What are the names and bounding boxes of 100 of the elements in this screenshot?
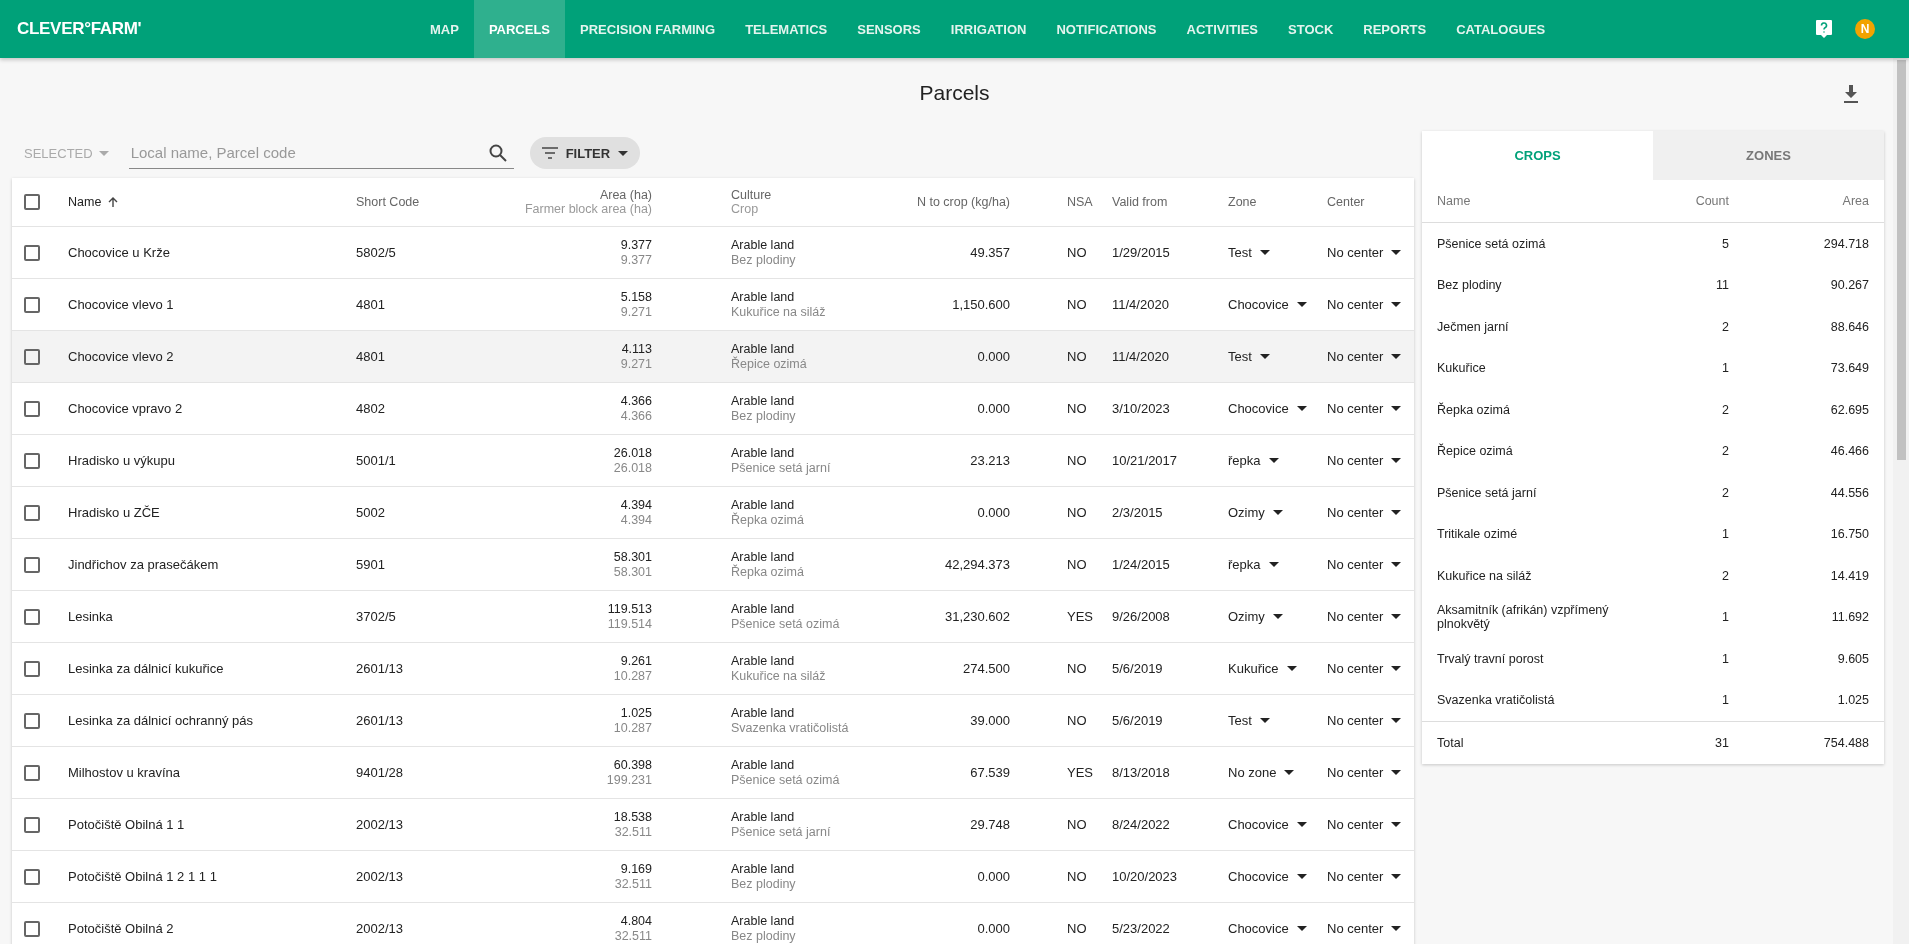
checkbox[interactable] [24, 556, 40, 573]
zone-dropdown[interactable]: Test [1228, 349, 1270, 364]
short-code: 3702/5 [356, 609, 396, 624]
filter-button[interactable]: FILTER [529, 137, 641, 169]
short-code: 2601/13 [356, 661, 403, 676]
crop-name: Aksamitník (afrikán) vzpřímený plnokvětý [1437, 603, 1610, 632]
checkbox[interactable] [24, 816, 40, 833]
zone-dropdown[interactable]: Ozimy [1228, 505, 1283, 520]
center-dropdown[interactable]: No center [1327, 505, 1402, 520]
checkbox[interactable] [24, 244, 40, 261]
crop-text: Řepka ozimá [731, 512, 805, 528]
zone-dropdown[interactable]: Chocovice [1228, 921, 1307, 936]
checkbox[interactable] [24, 452, 40, 469]
center-dropdown[interactable]: No center [1327, 401, 1402, 416]
center-dropdown[interactable]: No center [1327, 869, 1402, 884]
checkbox[interactable] [24, 400, 40, 417]
checkbox[interactable] [24, 712, 40, 729]
column-header[interactable]: Culture [731, 188, 902, 202]
crop-count: 1 [1721, 651, 1729, 666]
checkbox[interactable] [24, 920, 40, 937]
caret-icon [1286, 666, 1297, 671]
column-header[interactable]: Area (ha) [599, 188, 652, 202]
table-row[interactable]: Potočiště Obilná 2 2002/13 4.804 32.511 Arable land Bez plodiny 0.000 NO 5/23/2022 Chocovice No center [12, 903, 1414, 944]
zone-dropdown[interactable]: Kukuřice [1228, 661, 1297, 676]
caret-icon [1391, 926, 1402, 931]
column-header: Count [1694, 194, 1729, 208]
checkbox[interactable] [24, 608, 40, 625]
total-label: Total [1437, 736, 1465, 750]
checkbox[interactable] [24, 868, 40, 885]
table-row[interactable]: Lesinka 3702/5 119.513 119.514 Arable land Pšenice setá ozimá 31,230.602 YES 9/26/2008 Ozimy No center [12, 591, 1414, 643]
block-area-value: 4.366 [620, 408, 652, 424]
table-row[interactable]: Jindřichov za prasečákem 5901 58.301 58.301 Arable land Řepka ozimá 42,294.373 NO 1/24/2015 řepka No center [12, 539, 1414, 591]
table-row[interactable]: Hradisko u výkupu 5001/1 26.018 26.018 Arable land Pšenice setá jarní 23.213 NO 10/21/2017 řepka No center [12, 435, 1414, 487]
column-header[interactable]: Name [68, 195, 102, 209]
scrollbar-thumb[interactable] [1897, 60, 1906, 460]
zone-dropdown[interactable]: No zone [1228, 765, 1295, 780]
zone-dropdown[interactable]: Chocovice [1228, 869, 1307, 884]
checkbox[interactable] [24, 194, 40, 210]
valid-from-date: 1/29/2015 [1112, 245, 1170, 260]
table-row[interactable]: Potočiště Obilná 1 1 2002/13 18.538 32.511 Arable land Pšenice setá jarní 29.748 NO 8/24/2022 Chocovice No center [12, 799, 1414, 851]
parcel-name: Chocovice vlevo 1 [68, 297, 174, 312]
column-header[interactable]: Zone [1228, 195, 1327, 209]
checkbox[interactable] [24, 348, 40, 365]
column-header[interactable]: NSA [1067, 195, 1102, 209]
center-dropdown[interactable]: No center [1327, 349, 1402, 364]
center-dropdown[interactable]: No center [1327, 713, 1402, 728]
table-row[interactable]: Hradisko u ZČE 5002 4.394 4.394 Arable land Řepka ozimá 0.000 NO 2/3/2015 Ozimy No center [12, 487, 1414, 539]
column-header[interactable]: Short Code [356, 195, 470, 209]
center-dropdown[interactable]: No center [1327, 245, 1402, 260]
parcel-name: Lesinka za dálnicí kukuřice [68, 661, 224, 676]
help-icon[interactable] [1815, 19, 1833, 39]
short-code: 2601/13 [356, 713, 403, 728]
n-to-crop-value: 0.000 [977, 921, 1010, 936]
zone-dropdown[interactable]: Test [1228, 245, 1270, 260]
crop-area: 14.419 [1729, 568, 1869, 583]
zone-dropdown[interactable]: Chocovice [1228, 817, 1307, 832]
column-header[interactable]: Valid from [1112, 195, 1228, 209]
search-icon[interactable] [487, 142, 508, 163]
checkbox[interactable] [24, 504, 40, 521]
culture-text: Arable land [731, 809, 796, 825]
center-dropdown[interactable]: No center [1327, 557, 1402, 572]
crop-name: Řepka ozimá [1437, 402, 1511, 417]
search-field[interactable]: Local name, Parcel code [128, 143, 488, 162]
zone-dropdown[interactable]: Chocovice [1228, 401, 1307, 416]
zone-dropdown[interactable]: Test [1228, 713, 1270, 728]
zone-dropdown[interactable]: Chocovice [1228, 297, 1307, 312]
center-dropdown[interactable]: No center [1327, 765, 1402, 780]
short-code: 5002 [356, 505, 385, 520]
checkbox[interactable] [24, 660, 40, 677]
crop-name: Kukuřice na siláž [1437, 568, 1533, 583]
checkbox[interactable] [24, 764, 40, 781]
table-row[interactable]: Chocovice vlevo 2 4801 4.113 9.271 Arable land Řepice ozimá 0.000 NO 11/4/2020 Test No center [12, 331, 1414, 383]
center-dropdown[interactable]: No center [1327, 661, 1402, 676]
table-row[interactable]: Chocovice u Krže 5802/5 9.377 9.377 Arable land Bez plodiny 49.357 NO 1/29/2015 Test No center [12, 227, 1414, 279]
crop-area: 44.556 [1729, 485, 1869, 500]
table-row[interactable]: Lesinka za dálnicí kukuřice 2601/13 9.261 10.287 Arable land Kukuřice na siláž 274.500 NO 5/6/2019 Kukuřice No center [12, 643, 1414, 695]
caret-icon [1391, 822, 1402, 827]
zone-dropdown[interactable]: Ozimy [1228, 609, 1283, 624]
center-dropdown[interactable]: No center [1327, 817, 1402, 832]
block-area-value: 32.511 [614, 824, 652, 840]
center-dropdown[interactable]: No center [1327, 609, 1402, 624]
crop-text: Bez plodiny [731, 252, 797, 268]
center-dropdown[interactable]: No center [1327, 453, 1402, 468]
page-title: Parcels [919, 81, 990, 105]
filter-icon [541, 147, 558, 159]
zone-dropdown[interactable]: řepka [1228, 557, 1279, 572]
table-row[interactable]: Milhostov u kravína 9401/28 60.398 199.231 Arable land Pšenice setá ozimá 67.539 YES 8/13/2018 No zone No center [12, 747, 1414, 799]
caret-icon [1259, 354, 1270, 359]
zone-dropdown[interactable]: řepka [1228, 453, 1279, 468]
center-dropdown[interactable]: No center [1327, 297, 1402, 312]
table-row[interactable]: Potočiště Obilná 1 2 1 1 1 2002/13 9.169 32.511 Arable land Bez plodiny 0.000 NO 10/20/2023 Chocovice No center [12, 851, 1414, 903]
crop-text: Pšenice setá ozimá [731, 772, 841, 788]
checkbox[interactable] [24, 296, 40, 313]
table-row[interactable]: Chocovice vpravo 2 4802 4.366 4.366 Arable land Bez plodiny 0.000 NO 3/10/2023 Chocovice No center [12, 383, 1414, 435]
table-row[interactable]: Lesinka za dálnicí ochranný pás 2601/13 1.025 10.287 Arable land Svazenka vratičolistá 39.000 NO 5/6/2019 Test No center [12, 695, 1414, 747]
column-header[interactable]: Center [1327, 195, 1414, 209]
center-dropdown[interactable]: No center [1327, 921, 1402, 936]
column-header[interactable]: N to crop (kg/ha) [916, 195, 1010, 209]
culture-text: Arable land [731, 341, 796, 356]
panel-tab[interactable]: ZONES [1653, 131, 1884, 180]
